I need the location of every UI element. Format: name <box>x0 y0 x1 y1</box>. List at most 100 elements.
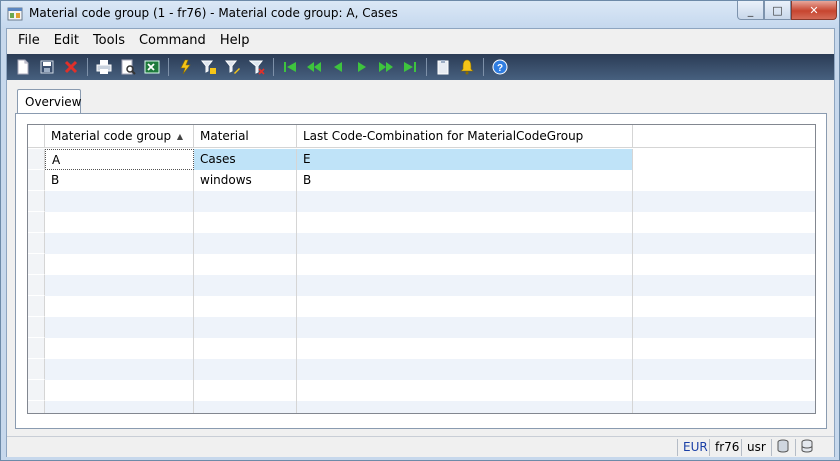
status-company[interactable]: fr76 <box>709 439 744 456</box>
row-selector <box>28 296 45 317</box>
status-currency[interactable]: EUR <box>677 439 713 456</box>
empty-cell <box>297 233 633 254</box>
row-selector[interactable] <box>28 149 45 170</box>
row-selector <box>28 359 45 380</box>
layer-database-icon <box>801 439 813 453</box>
empty-row <box>28 254 815 275</box>
row-selector <box>28 212 45 233</box>
alert-icon <box>460 59 474 75</box>
empty-cell <box>297 338 633 359</box>
svg-text:?: ? <box>497 63 503 74</box>
minimize-button[interactable]: _ <box>737 1 764 20</box>
row-selector <box>28 275 45 296</box>
status-layer-button[interactable] <box>795 439 819 456</box>
table-row[interactable]: A Cases E <box>28 149 815 170</box>
print-icon <box>96 60 112 74</box>
filter-by-grid-button[interactable] <box>221 56 245 78</box>
empty-row <box>28 296 815 317</box>
save-button[interactable] <box>35 56 59 78</box>
alert-button[interactable] <box>455 56 479 78</box>
menu-edit[interactable]: Edit <box>47 29 86 53</box>
empty-cell <box>45 338 194 359</box>
empty-cell <box>45 191 194 212</box>
empty-cell <box>297 401 633 413</box>
new-icon <box>17 59 29 75</box>
empty-row <box>28 401 815 413</box>
column-header-material[interactable]: Material <box>194 125 297 148</box>
print-button[interactable] <box>92 56 116 78</box>
empty-row <box>28 359 815 380</box>
remove-filter-button[interactable] <box>245 56 269 78</box>
menu-tools[interactable]: Tools <box>86 29 132 53</box>
cell-last-code-combination[interactable]: B <box>297 170 633 191</box>
column-header-material-code-group[interactable]: Material code group ▲ <box>45 125 194 148</box>
cell-material-code-group[interactable]: B <box>45 170 194 191</box>
cell-material[interactable]: windows <box>194 170 297 191</box>
previous-record-icon <box>334 62 342 72</box>
tab-page-overview: Material code group ▲ Material Last Code… <box>15 113 827 429</box>
empty-cell <box>194 212 297 233</box>
document-handling-button[interactable] <box>431 56 455 78</box>
row-selector <box>28 191 45 212</box>
status-user[interactable]: usr <box>741 439 771 456</box>
row-selector <box>28 317 45 338</box>
print-preview-button[interactable] <box>116 56 140 78</box>
advanced-filter-button[interactable] <box>197 56 221 78</box>
grid-rows: A Cases E B windows B <box>28 149 815 413</box>
last-record-button[interactable] <box>398 56 422 78</box>
next-page-icon <box>379 62 393 72</box>
title-bar[interactable]: Material code group (1 - fr76) - Materia… <box>1 1 839 28</box>
first-record-button[interactable] <box>278 56 302 78</box>
empty-cell <box>45 233 194 254</box>
empty-cell <box>297 380 633 401</box>
empty-cell <box>297 275 633 296</box>
menu-file[interactable]: File <box>11 29 47 53</box>
last-record-icon <box>404 62 416 72</box>
filter-by-selection-button[interactable] <box>173 56 197 78</box>
next-page-button[interactable] <box>374 56 398 78</box>
status-database-button[interactable] <box>771 439 795 456</box>
previous-page-button[interactable] <box>302 56 326 78</box>
tab-overview[interactable]: Overview <box>17 89 82 114</box>
empty-cell <box>45 254 194 275</box>
empty-row <box>28 317 815 338</box>
window-controls: _ □ ✕ <box>737 1 837 21</box>
empty-row <box>28 338 815 359</box>
previous-page-icon <box>307 62 321 72</box>
empty-cell <box>45 359 194 380</box>
next-record-icon <box>358 62 366 72</box>
menu-command[interactable]: Command <box>132 29 213 53</box>
empty-cell <box>194 359 297 380</box>
empty-cell <box>194 275 297 296</box>
column-header-last-code-combination[interactable]: Last Code-Combination for MaterialCodeGr… <box>297 125 633 148</box>
close-button[interactable]: ✕ <box>791 1 837 20</box>
cell-material-code-group[interactable]: A <box>45 149 194 170</box>
empty-row <box>28 275 815 296</box>
maximize-button[interactable]: □ <box>764 1 791 20</box>
cell-material[interactable]: Cases <box>194 149 297 170</box>
print-preview-icon <box>121 59 136 75</box>
first-record-icon <box>284 62 296 72</box>
toolbar-separator <box>168 58 169 76</box>
empty-cell <box>194 233 297 254</box>
row-selector[interactable] <box>28 170 45 191</box>
app-form-icon <box>7 7 23 21</box>
empty-cell <box>194 191 297 212</box>
toolbar: ? <box>7 54 834 80</box>
delete-button[interactable] <box>59 56 83 78</box>
new-button[interactable] <box>11 56 35 78</box>
export-excel-button[interactable] <box>140 56 164 78</box>
help-button[interactable]: ? <box>488 56 512 78</box>
cell-last-code-combination[interactable]: E <box>297 149 633 170</box>
material-code-group-grid[interactable]: Material code group ▲ Material Last Code… <box>27 124 816 414</box>
menu-help[interactable]: Help <box>213 29 257 53</box>
table-row[interactable]: B windows B <box>28 170 815 191</box>
delete-icon <box>64 60 78 74</box>
next-record-button[interactable] <box>350 56 374 78</box>
toolbar-separator <box>273 58 274 76</box>
status-bar: EUR fr76 usr <box>7 436 834 457</box>
empty-cell <box>45 212 194 233</box>
empty-cell <box>194 317 297 338</box>
advanced-filter-icon <box>201 60 216 74</box>
previous-record-button[interactable] <box>326 56 350 78</box>
